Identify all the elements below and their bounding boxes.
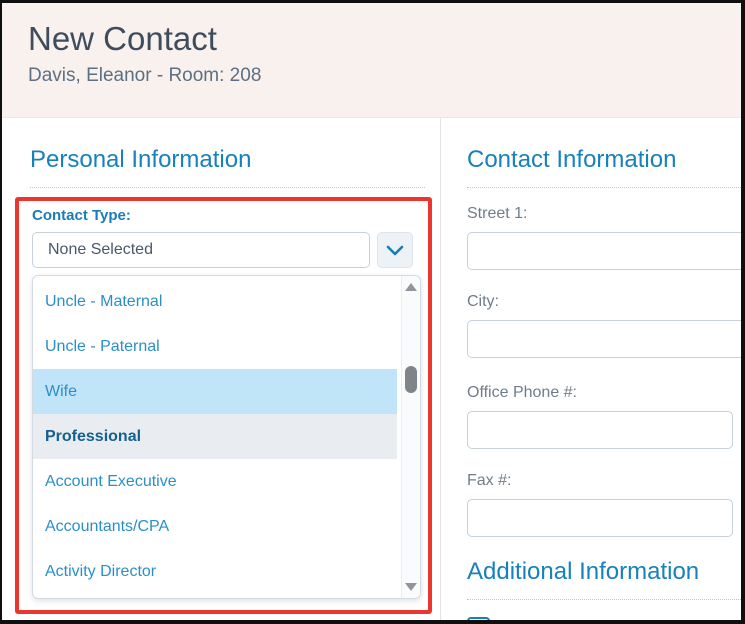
dropdown-group-header-professional: Professional	[33, 414, 397, 459]
page-title: New Contact	[28, 20, 217, 57]
dropdown-option-accountants-cpa[interactable]: Accountants/CPA	[33, 504, 397, 549]
contact-information-heading: Contact Information	[467, 146, 677, 173]
street-1-label: Street 1:	[467, 205, 528, 222]
city-label: City:	[467, 293, 499, 310]
contact-information-section: Contact Information Street 1: City: Offi…	[441, 118, 741, 620]
office-phone-input[interactable]	[467, 411, 733, 449]
durable-power-of-attorney-checkbox[interactable]	[467, 617, 490, 620]
section-divider	[30, 187, 425, 188]
dropdown-scrollbar[interactable]	[401, 276, 420, 598]
dropdown-option-wife[interactable]: Wife	[33, 369, 397, 414]
office-phone-label: Office Phone #:	[467, 384, 577, 401]
durable-power-of-attorney-row: Durable Power Of Attorney	[467, 617, 741, 620]
fax-input[interactable]	[467, 499, 733, 537]
dropdown-option-uncle-paternal[interactable]: Uncle - Paternal	[33, 324, 397, 369]
section-divider	[467, 187, 741, 188]
contact-type-label: Contact Type:	[32, 207, 131, 224]
contact-type-select-row: None Selected	[32, 232, 428, 268]
street-1-input[interactable]	[467, 232, 741, 270]
scrollbar-thumb[interactable]	[405, 366, 417, 393]
section-divider	[467, 599, 741, 600]
scroll-down-arrow-icon[interactable]	[405, 583, 417, 591]
contact-type-dropdown-button[interactable]	[377, 232, 413, 268]
dropdown-option-account-executive[interactable]: Account Executive	[33, 459, 397, 504]
additional-information-heading: Additional Information	[467, 558, 700, 585]
dropdown-option-activity-director[interactable]: Activity Director	[33, 549, 397, 594]
city-input[interactable]	[467, 320, 741, 358]
scroll-up-arrow-icon[interactable]	[405, 283, 417, 291]
page-header: New Contact Davis, Eleanor - Room: 208	[2, 3, 741, 118]
chevron-down-icon	[386, 245, 404, 255]
contact-type-dropdown-list: Uncle - Maternal Uncle - Paternal Wife P…	[32, 275, 421, 599]
new-contact-page: New Contact Davis, Eleanor - Room: 208 P…	[0, 0, 745, 624]
resident-subtitle: Davis, Eleanor - Room: 208	[28, 65, 262, 86]
durable-power-of-attorney-label: Durable Power Of Attorney	[504, 619, 706, 621]
dropdown-option-list: Uncle - Maternal Uncle - Paternal Wife P…	[33, 279, 397, 594]
contact-type-select[interactable]: None Selected	[32, 232, 370, 268]
dropdown-option-uncle-maternal[interactable]: Uncle - Maternal	[33, 279, 397, 324]
personal-information-heading: Personal Information	[30, 146, 252, 173]
highlight-annotation-box: Contact Type: None Selected Uncle - Mate…	[15, 197, 432, 614]
fax-label: Fax #:	[467, 472, 512, 489]
